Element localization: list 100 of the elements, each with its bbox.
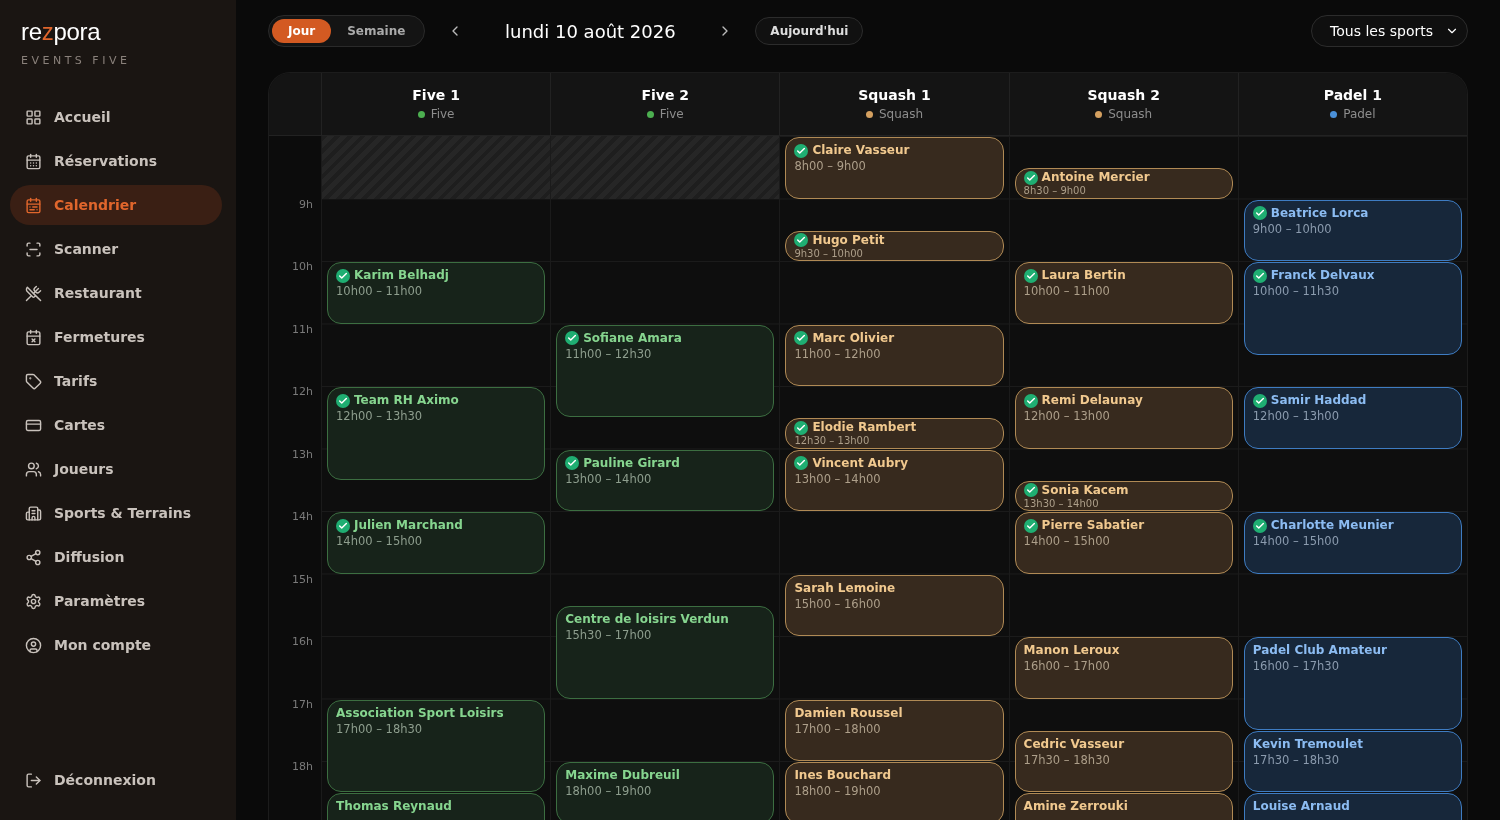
- view-tab[interactable]: Jour: [272, 19, 332, 43]
- scan-icon: [25, 240, 42, 258]
- booking-time: 12h00 – 13h00: [1023, 408, 1111, 424]
- booking-card[interactable]: Hugo Petit 9h30 – 10h00: [785, 230, 1004, 261]
- booking-time: 13h00 – 14h00: [565, 470, 653, 487]
- booking-card[interactable]: Claire Vasseur 8h00 – 9h00: [785, 137, 1004, 199]
- booking-time: 16h00 – 17h00: [1023, 658, 1111, 674]
- booking-card[interactable]: Franck Delvaux 10h00 – 11h30: [1243, 262, 1462, 355]
- tag-icon: [25, 372, 42, 390]
- booking-name: Sonia Kacem: [1023, 482, 1224, 498]
- booking-time: 16h00 – 17h30: [1252, 658, 1340, 674]
- booking-card[interactable]: Team RH Aximo 12h00 – 13h30: [327, 387, 546, 480]
- booking-name: Laura Bertin: [1023, 268, 1224, 283]
- booking-time: 12h00 – 13h30: [336, 408, 424, 424]
- sidebar-item[interactable]: Sports & Terrains: [10, 493, 222, 533]
- booking-time: 15h30 – 17h00: [565, 626, 653, 643]
- booking-card[interactable]: Vincent Aubry 13h00 – 14h00: [785, 449, 1004, 511]
- today-button[interactable]: Aujourd'hui: [755, 17, 864, 45]
- view-tab[interactable]: Semaine: [331, 19, 422, 43]
- booking-name: Manon Leroux: [1023, 643, 1121, 658]
- booking-card[interactable]: Karim Belhadj 10h00 – 11h00: [327, 262, 546, 324]
- booking-card[interactable]: Samir Haddad 12h00 – 13h00: [1243, 387, 1462, 449]
- booking-name: Centre de loisirs Verdun: [565, 611, 730, 627]
- booking-card[interactable]: Louise Arnaud: [1243, 793, 1462, 820]
- booking-card[interactable]: Manon Leroux 16h00 – 17h00: [1014, 637, 1233, 699]
- booking-name: Sofiane Amara: [565, 330, 766, 346]
- booking-time: 8h00 – 9h00: [794, 158, 867, 174]
- sidebar-item[interactable]: Mon compte: [10, 625, 222, 665]
- booking-card[interactable]: Maxime Dubreuil 18h00 – 19h00: [556, 762, 775, 820]
- booking-name: Antoine Mercier: [1023, 170, 1224, 186]
- sidebar-item[interactable]: Réservations: [10, 141, 222, 181]
- booking-card[interactable]: Association Sport Loisirs 17h00 – 18h30: [327, 699, 546, 793]
- booking-card[interactable]: Remi Delaunay 12h00 – 13h00: [1014, 387, 1233, 449]
- sport-select[interactable]: Tous les sports: [1311, 15, 1468, 47]
- settings-icon: [25, 592, 42, 610]
- booking-card[interactable]: Centre de loisirs Verdun 15h30 – 17h00: [556, 605, 775, 699]
- booking-name: Team RH Aximo: [336, 393, 537, 408]
- booking-card[interactable]: Ines Bouchard 18h00 – 19h00: [785, 762, 1004, 820]
- sidebar-item[interactable]: Fermetures: [10, 317, 222, 357]
- booking-card[interactable]: Antoine Mercier 8h30 – 9h00: [1014, 168, 1233, 199]
- booking-card[interactable]: Julien Marchand 14h00 – 15h00: [327, 512, 546, 574]
- logout-link[interactable]: Déconnexion: [10, 760, 222, 800]
- booking-time: 12h30 – 13h00: [794, 435, 871, 448]
- sidebar-item[interactable]: Accueil: [10, 97, 222, 137]
- hour-label: 11h: [292, 322, 313, 335]
- booking-card[interactable]: Thomas Reynaud: [327, 793, 546, 820]
- court-name: Squash 1: [858, 87, 931, 103]
- hour-label: 9h: [299, 197, 313, 210]
- booking-card[interactable]: Kevin Tremoulet 17h30 – 18h30: [1243, 730, 1462, 793]
- booking-card[interactable]: Amine Zerrouki: [1014, 793, 1233, 820]
- user-circle-icon: [25, 636, 42, 654]
- booking-name: Claire Vasseur: [794, 143, 995, 158]
- sport-label: Padel: [1343, 107, 1376, 121]
- booking-card[interactable]: Padel Club Amateur 16h00 – 17h30: [1243, 637, 1462, 730]
- calendar-icon: [25, 152, 42, 170]
- booking-time: 9h00 – 10h00: [1252, 220, 1333, 237]
- booking-time: 10h00 – 11h30: [1252, 283, 1340, 299]
- booking-name: Amine Zerrouki: [1023, 799, 1129, 815]
- booking-card[interactable]: Beatrice Lorca 9h00 – 10h00: [1243, 199, 1462, 261]
- hour-label: 15h: [292, 572, 313, 585]
- sidebar-item[interactable]: Scanner: [10, 229, 222, 269]
- booking-name: Vincent Aubry: [794, 455, 995, 471]
- sidebar-item[interactable]: Restaurant: [10, 273, 222, 313]
- sidebar-item[interactable]: Diffusion: [10, 537, 222, 577]
- booking-card[interactable]: Sonia Kacem 13h30 – 14h00: [1014, 480, 1233, 511]
- hour-label: 18h: [292, 759, 313, 773]
- booking-card[interactable]: Cedric Vasseur 17h30 – 18h30: [1014, 730, 1233, 793]
- booking-name: Elodie Rambert: [794, 420, 995, 436]
- booking-name: Thomas Reynaud: [336, 799, 453, 815]
- sidebar-item[interactable]: Cartes: [10, 405, 222, 445]
- booking-card[interactable]: Marc Olivier 11h00 – 12h00: [785, 324, 1004, 386]
- sidebar-item[interactable]: Tarifs: [10, 361, 222, 401]
- sidebar-item[interactable]: Calendrier: [10, 185, 222, 225]
- booking-name: Franck Delvaux: [1252, 268, 1453, 283]
- booking-time: 17h00 – 18h30: [336, 720, 424, 737]
- sport-label: Five: [659, 107, 684, 121]
- booking-card[interactable]: Elodie Rambert 12h30 – 13h00: [785, 418, 1004, 449]
- booking-time: 17h00 – 18h00: [794, 720, 882, 737]
- logo: rezpora: [20, 18, 102, 46]
- booking-name: Kevin Tremoulet: [1252, 736, 1364, 752]
- hour-label: 12h: [292, 384, 313, 398]
- share-icon: [25, 548, 42, 566]
- building-icon: [25, 504, 42, 522]
- booking-name: Karim Belhadj: [336, 268, 537, 283]
- booking-card[interactable]: Charlotte Meunier 14h00 – 15h00: [1243, 512, 1462, 574]
- booking-time: 11h00 – 12h00: [794, 345, 882, 362]
- booking-card[interactable]: Sarah Lemoine 15h00 – 16h00: [785, 574, 1004, 636]
- booking-time: 8h30 – 9h00: [1023, 185, 1087, 198]
- booking-card[interactable]: Sofiane Amara 11h00 – 12h30: [556, 324, 775, 418]
- hour-label: 10h: [292, 259, 313, 273]
- booking-time: 13h30 – 14h00: [1023, 497, 1100, 510]
- booking-name: Ines Bouchard: [794, 768, 893, 783]
- sidebar-item[interactable]: Joueurs: [10, 449, 222, 489]
- booking-time: 10h00 – 11h00: [336, 283, 424, 299]
- sidebar-item[interactable]: Paramètres: [10, 581, 222, 621]
- booking-card[interactable]: Damien Roussel 17h00 – 18h00: [785, 699, 1004, 761]
- booking-card[interactable]: Laura Bertin 10h00 – 11h00: [1014, 262, 1233, 324]
- booking-card[interactable]: Pauline Girard 13h00 – 14h00: [556, 449, 775, 511]
- booking-card[interactable]: Pierre Sabatier 14h00 – 15h00: [1014, 512, 1233, 574]
- calendar-x-icon: [25, 328, 42, 346]
